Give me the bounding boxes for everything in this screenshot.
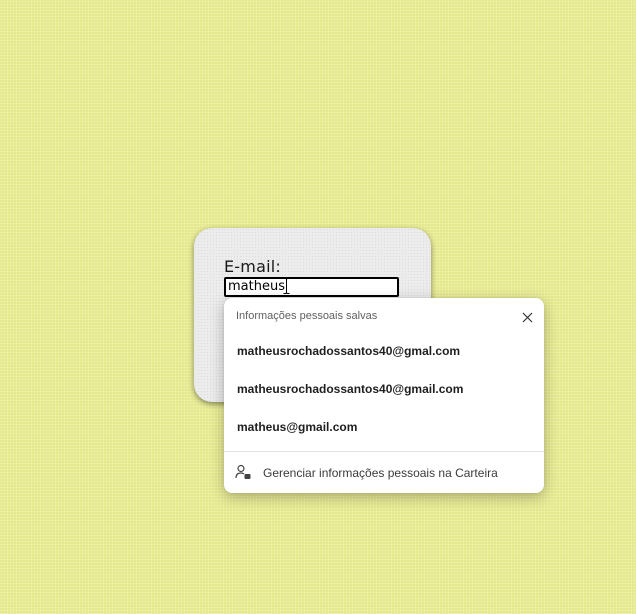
suggestion-item[interactable]: matheusrochadossantos40@gmal.com [224, 335, 544, 369]
autofill-popup: Informações pessoais salvas matheusrocha… [224, 298, 544, 493]
suggestion-email: matheusrochadossantos40@gmail.com [237, 382, 464, 396]
suggestion-item[interactable]: matheusrochadossantos40@gmail.com [224, 373, 544, 407]
suggestion-email: matheusrochadossantos40@gmal.com [237, 344, 461, 358]
suggestion-email: matheus@gmail.com [237, 420, 358, 434]
divider [224, 451, 544, 452]
close-button[interactable] [516, 306, 538, 328]
close-icon [522, 312, 532, 322]
autofill-header: Informações pessoais salvas [236, 310, 378, 322]
suggestion-item[interactable]: matheus@gmail.com [224, 411, 544, 445]
text-cursor-icon [283, 278, 290, 294]
email-input-value: matheus [228, 279, 285, 294]
person-wallet-icon [235, 464, 251, 479]
manage-personal-info-label: Gerenciar informações pessoais na Cartei… [263, 466, 498, 480]
manage-personal-info-button[interactable]: Gerenciar informações pessoais na Cartei… [224, 458, 544, 488]
email-input[interactable]: matheus [224, 277, 399, 297]
email-label: E-mail: [224, 257, 281, 276]
